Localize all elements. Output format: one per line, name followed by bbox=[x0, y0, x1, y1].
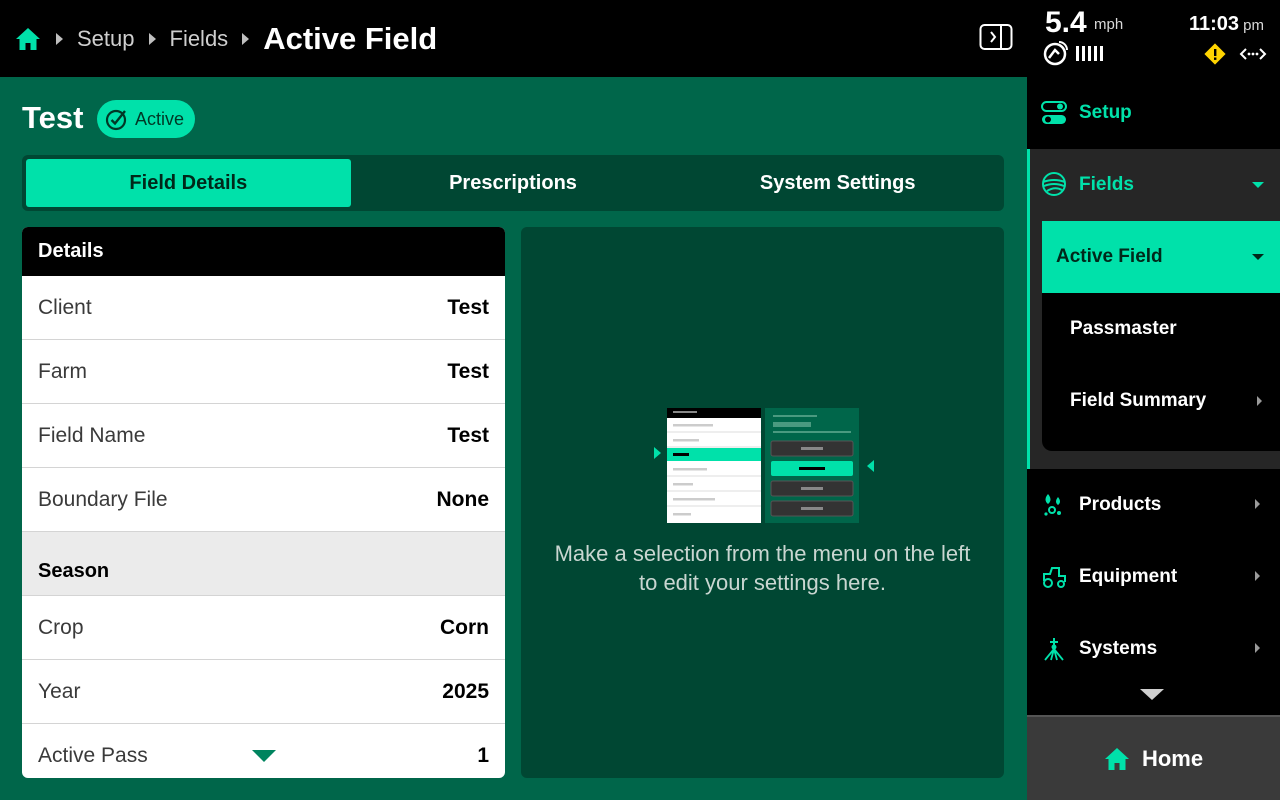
breadcrumb-fields[interactable]: Fields bbox=[170, 26, 229, 52]
home-button-label: Home bbox=[1141, 745, 1204, 771]
sidebar-item-label: Active Field bbox=[1056, 246, 1163, 267]
sidebar-item-setup[interactable]: Setup bbox=[1027, 77, 1280, 149]
fields-submenu: Active Field Passmaster Field Summary bbox=[1042, 221, 1280, 451]
row-value: Test bbox=[447, 295, 489, 319]
sidebar-item-field-summary[interactable]: Field Summary bbox=[1042, 365, 1280, 437]
chevron-right-icon bbox=[1257, 396, 1262, 406]
field-name-title: Test bbox=[22, 100, 84, 135]
tractor-icon bbox=[1041, 564, 1067, 590]
row-label: Farm bbox=[38, 359, 87, 383]
breadcrumb-separator bbox=[56, 32, 63, 45]
row-value: None bbox=[436, 487, 490, 511]
row-value: Test bbox=[447, 359, 489, 383]
breadcrumb-separator bbox=[148, 32, 156, 45]
row-value: Corn bbox=[440, 615, 489, 639]
chevron-down-icon bbox=[1252, 254, 1264, 260]
top-bar: Setup Fields Active Field bbox=[0, 0, 1027, 77]
sidebar-item-label: Setup bbox=[1079, 102, 1132, 123]
settings-panel: Make a selection from the menu on the le… bbox=[521, 227, 1004, 778]
sidebar-item-label: Products bbox=[1079, 494, 1162, 515]
home-button[interactable]: Home bbox=[1027, 715, 1280, 800]
page-title: Active Field bbox=[263, 20, 438, 56]
row-label: Year bbox=[38, 679, 81, 703]
tab-system-settings[interactable]: System Settings bbox=[675, 159, 1000, 207]
signal-strength-bars bbox=[1076, 46, 1103, 61]
clock-period: pm bbox=[1243, 17, 1264, 34]
row-value: 2025 bbox=[442, 679, 489, 703]
row-value: 1 bbox=[477, 743, 489, 767]
tab-bar: Field Details Prescriptions System Setti… bbox=[22, 155, 1004, 211]
menu-illustration-icon bbox=[654, 408, 874, 523]
badge-label: Active bbox=[135, 108, 185, 129]
main-content: Test Active Field Details Prescriptions … bbox=[0, 77, 1027, 800]
sidebar-item-active-field[interactable]: Active Field bbox=[1042, 221, 1280, 293]
speed-unit: mph bbox=[1094, 16, 1124, 33]
panel-toggle-icon[interactable] bbox=[979, 23, 1013, 51]
sprayer-icon bbox=[1041, 636, 1067, 662]
sidebar-item-label: Passmaster bbox=[1070, 318, 1177, 339]
sidebar-item-passmaster[interactable]: Passmaster bbox=[1042, 293, 1280, 365]
row-field-name[interactable]: Field Name Test bbox=[22, 404, 505, 468]
dropdown-arrow-icon[interactable] bbox=[252, 750, 276, 762]
row-label: Crop bbox=[38, 615, 84, 639]
sidebar-item-fields[interactable]: Fields bbox=[1030, 149, 1280, 221]
home-icon[interactable] bbox=[14, 25, 42, 53]
sidebar-item-label: Systems bbox=[1079, 638, 1158, 659]
scroll-down-icon[interactable] bbox=[1140, 689, 1164, 700]
home-icon bbox=[1104, 747, 1129, 770]
speed-value: 5.4 bbox=[1045, 6, 1087, 39]
sidebar-item-systems[interactable]: Systems bbox=[1027, 613, 1280, 685]
sidebar-item-products[interactable]: Products bbox=[1027, 469, 1280, 541]
row-active-pass[interactable]: Active Pass 1 bbox=[22, 724, 505, 778]
sidebar-item-label: Field Summary bbox=[1070, 390, 1207, 411]
chevron-down-icon bbox=[1252, 182, 1264, 188]
breadcrumb: Setup Fields Active Field bbox=[0, 0, 437, 77]
target-check-icon bbox=[105, 109, 127, 131]
row-boundary-file[interactable]: Boundary File None bbox=[22, 468, 505, 532]
breadcrumb-separator bbox=[242, 32, 250, 45]
row-label: Client bbox=[38, 295, 92, 319]
sidebar-item-label: Fields bbox=[1079, 174, 1134, 195]
warning-icon[interactable] bbox=[1204, 43, 1226, 65]
gps-signal-icon[interactable] bbox=[1043, 40, 1069, 66]
field-icon bbox=[1041, 172, 1067, 198]
details-header: Details bbox=[22, 227, 505, 276]
clock-time: 11:03 bbox=[1188, 13, 1239, 35]
chevron-right-icon bbox=[1255, 499, 1260, 509]
row-client[interactable]: Client Test bbox=[22, 276, 505, 340]
details-list: Details Client Test Farm Test Field Name… bbox=[22, 227, 505, 778]
tab-field-details[interactable]: Field Details bbox=[26, 159, 351, 207]
sidebar-nav: Setup Fields Active Field Passmaster Fie… bbox=[1027, 77, 1280, 800]
connection-icon[interactable] bbox=[1239, 45, 1267, 63]
row-label: Boundary File bbox=[38, 487, 168, 511]
row-label: Field Name bbox=[38, 423, 146, 447]
toggle-icon bbox=[1041, 100, 1067, 126]
sidebar-item-equipment[interactable]: Equipment bbox=[1027, 541, 1280, 613]
tab-prescriptions[interactable]: Prescriptions bbox=[351, 159, 676, 207]
row-crop[interactable]: Crop Corn bbox=[22, 596, 505, 660]
row-label: Active Pass bbox=[38, 743, 148, 767]
row-year[interactable]: Year 2025 bbox=[22, 660, 505, 724]
sidebar-fields-group: Fields Active Field Passmaster Field Sum… bbox=[1027, 149, 1280, 469]
row-farm[interactable]: Farm Test bbox=[22, 340, 505, 404]
chevron-right-icon bbox=[1255, 571, 1260, 581]
row-value: Test bbox=[447, 423, 489, 447]
empty-state-message: Make a selection from the menu on the le… bbox=[554, 541, 971, 595]
sidebar-item-label: Equipment bbox=[1079, 566, 1178, 587]
season-header: Season bbox=[22, 532, 505, 596]
chevron-right-icon bbox=[1255, 643, 1260, 653]
products-icon bbox=[1041, 492, 1067, 518]
active-status-badge: Active bbox=[97, 100, 195, 138]
status-area: 5.4 mph 11:03 pm bbox=[1027, 0, 1280, 77]
breadcrumb-setup[interactable]: Setup bbox=[77, 26, 135, 52]
